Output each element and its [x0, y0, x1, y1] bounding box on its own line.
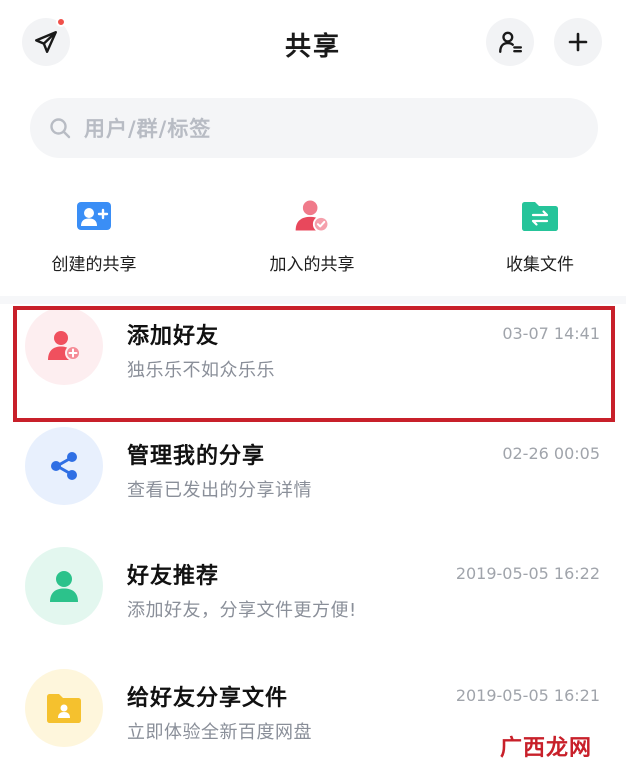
highlight-box [13, 306, 615, 422]
joined-shares-button[interactable]: 加入的共享 [222, 196, 402, 275]
list-item-time: 2019-05-05 16:21 [455, 686, 600, 705]
list-item-title: 好友推荐 [127, 564, 220, 589]
contacts-button[interactable] [486, 18, 534, 66]
folder-icon [25, 669, 103, 747]
list-item-time: 02-26 00:05 [502, 444, 600, 463]
search-input[interactable]: 用户/群/标签 [30, 98, 598, 158]
collect-files-button[interactable]: 收集文件 [450, 196, 626, 275]
joined-share-icon [292, 196, 332, 236]
quick-action-label: 收集文件 [506, 255, 574, 275]
search-icon [50, 118, 71, 139]
list-item-subtitle: 查看已发出的分享详情 [127, 480, 312, 501]
search-placeholder: 用户/群/标签 [84, 117, 212, 141]
header: 共享 [0, 0, 626, 86]
plus-icon [568, 32, 588, 52]
share-icon [25, 427, 103, 505]
person-icon [25, 547, 103, 625]
list-item-title: 管理我的分享 [127, 444, 266, 469]
add-button[interactable] [554, 18, 602, 66]
watermark: 广西龙网 [500, 736, 593, 761]
list-item-subtitle: 立即体验全新百度网盘 [127, 722, 312, 743]
list-item-subtitle: 添加好友，分享文件更方便! [127, 600, 357, 621]
contacts-icon [499, 31, 523, 53]
list-item-friend-recommend[interactable]: 好友推荐 添加好友，分享文件更方便! 2019-05-05 16:22 [0, 530, 626, 640]
person-add-icon [74, 196, 114, 236]
created-shares-button[interactable]: 创建的共享 [4, 196, 184, 275]
list-item-manage-shares[interactable]: 管理我的分享 查看已发出的分享详情 02-26 00:05 [0, 410, 626, 520]
list-item-title: 给好友分享文件 [127, 686, 289, 711]
list-item-time: 2019-05-05 16:22 [455, 564, 600, 583]
quick-action-label: 加入的共享 [269, 255, 355, 275]
quick-action-label: 创建的共享 [51, 255, 137, 275]
folder-exchange-icon [520, 196, 560, 236]
